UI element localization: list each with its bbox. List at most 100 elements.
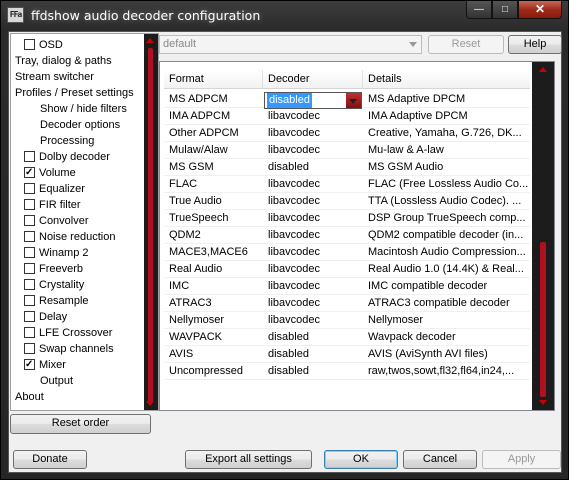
- checkbox[interactable]: [24, 311, 35, 322]
- tree-item-osd[interactable]: OSD: [24, 37, 63, 53]
- checkbox[interactable]: [24, 167, 35, 178]
- preset-reset-button[interactable]: Reset: [428, 35, 504, 54]
- tree-item-processing[interactable]: Processing: [40, 133, 94, 149]
- cell-decoder: libavcodec: [268, 280, 320, 292]
- cell-details: Wavpack decoder: [368, 331, 456, 343]
- tree-item-lfe-crossover[interactable]: LFE Crossover: [24, 325, 112, 341]
- table-row[interactable]: Nellymoser libavcodec Nellymoser: [164, 312, 530, 329]
- tree-item-about[interactable]: About: [15, 389, 44, 405]
- cell-details: Creative, Yamaha, G.726, DK...: [368, 127, 522, 139]
- checkbox[interactable]: [24, 231, 35, 242]
- tree-item-stream-switcher[interactable]: Stream switcher: [15, 69, 94, 85]
- column-header-details[interactable]: Details: [363, 70, 530, 89]
- tree-item-profiles-preset-settings[interactable]: Profiles / Preset settings: [15, 85, 134, 101]
- cell-details: Nellymoser: [368, 314, 424, 326]
- table-row[interactable]: AVIS disabled AVIS (AviSynth AVI files): [164, 346, 530, 363]
- cell-decoder: libavcodec: [268, 314, 320, 326]
- checkbox[interactable]: [24, 39, 35, 50]
- scroll-thumb[interactable]: [148, 48, 153, 402]
- maximize-button[interactable]: □: [492, 1, 518, 19]
- column-header-format[interactable]: Format: [164, 70, 263, 89]
- scroll-down-icon[interactable]: [146, 401, 154, 406]
- dropdown-arrow-icon[interactable]: [346, 93, 361, 108]
- donate-button[interactable]: Donate: [13, 450, 87, 469]
- apply-button[interactable]: Apply: [482, 450, 561, 469]
- checkbox[interactable]: [24, 343, 35, 354]
- tree-item-freeverb[interactable]: Freeverb: [24, 261, 83, 277]
- table-row[interactable]: Uncompressed disabled raw,twos,sowt,fl32,f…: [164, 363, 530, 380]
- table-row[interactable]: IMC libavcodec IMC compatible decoder: [164, 278, 530, 295]
- cell-details: QDM2 compatible decoder (in...: [368, 229, 524, 241]
- cell-decoder: disabled: [268, 331, 309, 343]
- checkbox[interactable]: [24, 295, 35, 306]
- checkbox[interactable]: [24, 359, 35, 370]
- table-row[interactable]: WAVPACK disabled Wavpack decoder: [164, 329, 530, 346]
- table-row[interactable]: FLAC libavcodec FLAC (Free Lossless Audio …: [164, 176, 530, 193]
- table-row[interactable]: TrueSpeech libavcodec DSP Group TrueSpeech…: [164, 210, 530, 227]
- cell-format: MS GSM: [169, 161, 214, 173]
- settings-tree[interactable]: OSD Tray, dialog & paths Stream switcher Pr…: [10, 33, 159, 411]
- tree-item-show-hide-filters[interactable]: Show / hide filters: [40, 101, 127, 117]
- tree-item-delay[interactable]: Delay: [24, 309, 67, 325]
- checkbox[interactable]: [24, 263, 35, 274]
- table-row[interactable]: Real Audio libavcodec Real Audio 1.0 (14.4…: [164, 261, 530, 278]
- checkbox[interactable]: [24, 183, 35, 194]
- table-row[interactable]: True Audio libavcodec TTA (Lossless Audio …: [164, 193, 530, 210]
- tree-item-label: FIR filter: [39, 199, 81, 211]
- tree-item-noise-reduction[interactable]: Noise reduction: [24, 229, 115, 245]
- export-settings-button[interactable]: Export all settings: [185, 450, 312, 469]
- title-bar[interactable]: FFa ffdshow audio decoder configuration …: [1, 1, 568, 31]
- scroll-up-icon[interactable]: [539, 67, 547, 72]
- tree-item-label: Winamp 2: [39, 247, 89, 259]
- cell-decoder: libavcodec: [268, 144, 320, 156]
- tree-item-fir-filter[interactable]: FIR filter: [24, 197, 81, 213]
- reset-order-button[interactable]: Reset order: [10, 414, 151, 434]
- cell-details: FLAC (Free Lossless Audio Co...: [368, 178, 529, 190]
- cancel-button[interactable]: Cancel: [403, 450, 477, 469]
- minimize-button[interactable]: —: [466, 1, 492, 19]
- checkbox[interactable]: [24, 327, 35, 338]
- tree-item-label: Dolby decoder: [39, 151, 110, 163]
- tree-item-mixer[interactable]: Mixer: [24, 357, 66, 373]
- scroll-thumb[interactable]: [540, 242, 546, 397]
- tree-item-dolby-decoder[interactable]: Dolby decoder: [24, 149, 110, 165]
- cell-details: MS Adaptive DPCM: [368, 93, 466, 105]
- tree-item-label: Mixer: [39, 359, 66, 371]
- tree-item-decoder-options[interactable]: Decoder options: [40, 117, 120, 133]
- table-row[interactable]: QDM2 libavcodec QDM2 compatible decoder (i…: [164, 227, 530, 244]
- table-row[interactable]: MS GSM disabled MS GSM Audio: [164, 159, 530, 176]
- tree-item-volume[interactable]: Volume: [24, 165, 76, 181]
- table-row[interactable]: MS ADPCM disabled MS Adaptive DPCM: [164, 91, 530, 109]
- table-scrollbar[interactable]: [532, 62, 554, 410]
- column-header-decoder[interactable]: Decoder: [263, 70, 363, 89]
- cell-format: WAVPACK: [169, 331, 222, 343]
- preset-select[interactable]: default: [159, 35, 422, 54]
- tree-item-label: Decoder options: [40, 119, 121, 131]
- checkbox[interactable]: [24, 279, 35, 290]
- close-button[interactable]: ✕: [518, 1, 562, 19]
- tree-item-equalizer[interactable]: Equalizer: [24, 181, 85, 197]
- tree-item-winamp-2[interactable]: Winamp 2: [24, 245, 89, 261]
- checkbox[interactable]: [24, 199, 35, 210]
- tree-scrollbar[interactable]: [144, 34, 158, 410]
- help-button[interactable]: Help: [508, 35, 562, 54]
- tree-item-convolver[interactable]: Convolver: [24, 213, 89, 229]
- scroll-down-icon[interactable]: [539, 400, 547, 405]
- table-row[interactable]: Other ADPCM libavcodec Creative, Yamaha, G…: [164, 125, 530, 142]
- tree-item-swap-channels[interactable]: Swap channels: [24, 341, 114, 357]
- checkbox[interactable]: [24, 151, 35, 162]
- table-row[interactable]: Mulaw/Alaw libavcodec Mu-law & A-law: [164, 142, 530, 159]
- checkbox[interactable]: [24, 215, 35, 226]
- checkbox[interactable]: [24, 247, 35, 258]
- tree-item-output[interactable]: Output: [40, 373, 73, 389]
- ok-button[interactable]: OK: [324, 450, 398, 469]
- scroll-up-icon[interactable]: [146, 38, 154, 43]
- table-row[interactable]: ATRAC3 libavcodec ATRAC3 compatible decode…: [164, 295, 530, 312]
- tree-item-crystality[interactable]: Crystality: [24, 277, 84, 293]
- tree-item-resample[interactable]: Resample: [24, 293, 89, 309]
- tree-item-tray-dialog-paths[interactable]: Tray, dialog & paths: [15, 53, 112, 69]
- table-row[interactable]: IMA ADPCM libavcodec IMA Adaptive DPCM: [164, 108, 530, 125]
- decoder-select[interactable]: disabled: [264, 92, 362, 109]
- table-row[interactable]: MACE3,MACE6 libavcodec Macintosh Audio Com…: [164, 244, 530, 261]
- cell-details: TTA (Lossless Audio Codec). ...: [368, 195, 522, 207]
